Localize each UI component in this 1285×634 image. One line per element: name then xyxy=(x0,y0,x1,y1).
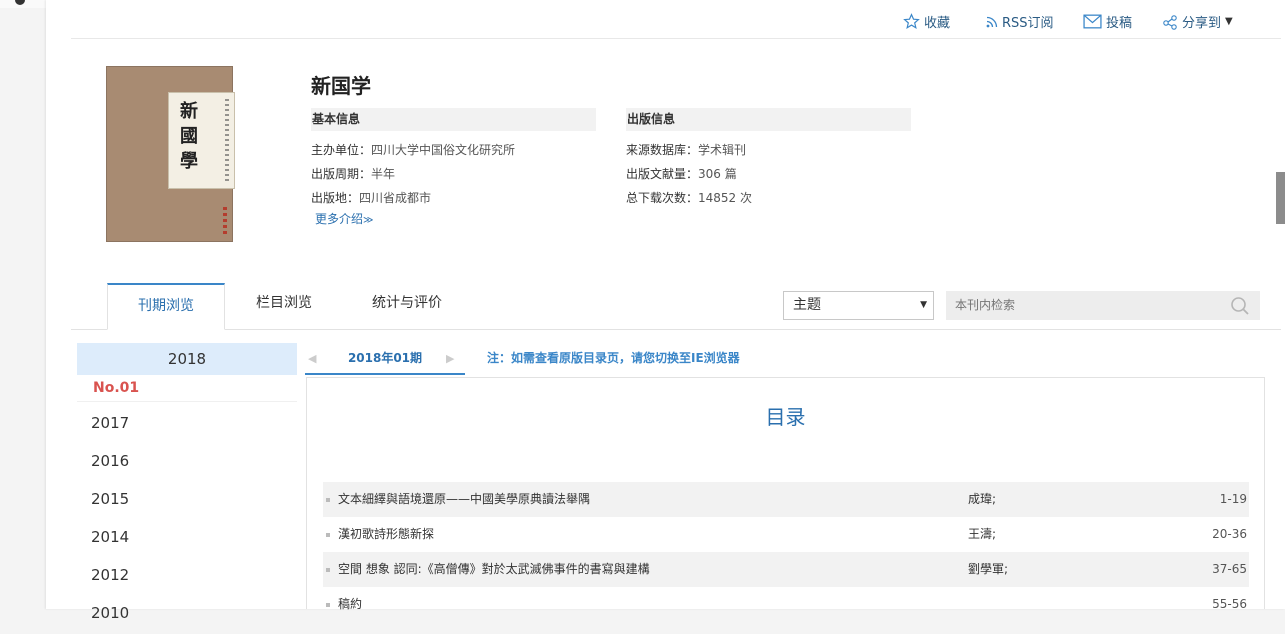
info-label: 总下载次数： xyxy=(626,191,699,205)
publish-info-heading: 出版信息 xyxy=(626,108,911,131)
dropdown-arrow-icon: ▼ xyxy=(1225,16,1233,27)
bullet-icon xyxy=(326,568,330,572)
info-article-count: 出版文献量：306 篇 xyxy=(626,165,737,182)
rss-icon xyxy=(986,16,998,27)
share-toolbar: 收藏 RSS订阅 投稿 分享到 ▼ xyxy=(71,8,1281,39)
info-label: 出版地： xyxy=(311,191,360,205)
year-item-active[interactable]: 2018 xyxy=(77,343,297,375)
info-label: 出版文献量： xyxy=(626,167,699,181)
info-value: 306 篇 xyxy=(698,167,737,181)
journal-title: 新国学 xyxy=(311,74,371,98)
article-author-link[interactable]: 劉學軍; xyxy=(968,552,1008,587)
search-field-select[interactable]: 主题 ▼ xyxy=(783,291,934,320)
more-info-label: 更多介绍 xyxy=(315,212,364,226)
cover-decoration xyxy=(225,99,229,183)
toc-row: 文本細繹與語境還原——中國美學原典讀法舉隅 成瑋; 1-19 xyxy=(323,482,1249,517)
tab-issue-browse[interactable]: 刊期浏览 xyxy=(107,283,225,330)
toc-row: 空間 想象 認同:《高僧傳》對於太武滅佛事件的書寫與建構 劉學軍; 37-65 xyxy=(323,552,1249,587)
article-pages: 55-56 xyxy=(1212,597,1247,611)
article-title-link[interactable]: 漢初歌詩形態新探 xyxy=(338,517,434,552)
toc-row: 漢初歌詩形態新探 王濤; 20-36 xyxy=(323,517,1249,552)
submit-button[interactable]: 投稿 xyxy=(1083,12,1132,31)
info-location: 出版地：四川省成都市 xyxy=(311,189,431,206)
issue-item-active[interactable]: No.01 xyxy=(77,375,297,402)
year-item[interactable]: 2016 xyxy=(77,440,297,478)
share-to-label: 分享到 xyxy=(1182,16,1222,31)
share-to-button[interactable]: 分享到 ▼ xyxy=(1162,12,1233,31)
info-value: 14852 次 xyxy=(698,191,753,205)
next-issue-icon[interactable]: ▶ xyxy=(446,352,454,365)
info-download-count: 总下载次数：14852 次 xyxy=(626,189,752,206)
search-box xyxy=(946,291,1260,320)
favorite-button[interactable]: 收藏 xyxy=(903,12,950,31)
info-source-db: 来源数据库：学术辑刊 xyxy=(626,141,746,158)
info-value: 学术辑刊 xyxy=(698,143,747,157)
rss-button[interactable]: RSS订阅 xyxy=(986,12,1054,31)
info-frequency: 出版周期：半年 xyxy=(311,165,395,182)
article-author-link[interactable]: 王濤; xyxy=(968,517,996,552)
article-pages: 20-36 xyxy=(1212,527,1247,541)
bullet-icon xyxy=(326,603,330,607)
info-value: 半年 xyxy=(371,167,396,181)
year-item[interactable]: 2017 xyxy=(77,402,297,440)
article-author-link[interactable]: 成瑋; xyxy=(968,482,996,517)
cover-label: 新國學 xyxy=(168,92,235,189)
bullet-icon xyxy=(326,533,330,537)
bookmark-icon[interactable] xyxy=(15,0,25,5)
envelope-icon xyxy=(1083,14,1102,29)
article-pages: 37-65 xyxy=(1212,562,1247,576)
cover-title-text: 新國學 xyxy=(180,101,198,172)
toc-heading: 目录 xyxy=(765,405,806,429)
toc-panel: 目录 文本細繹與語境還原——中國美學原典讀法舉隅 成瑋; 1-19 漢初歌詩形態… xyxy=(306,377,1265,611)
double-chevron-down-icon: ≫ xyxy=(363,215,374,226)
submit-label: 投稿 xyxy=(1106,16,1133,31)
prev-issue-icon[interactable]: ◀ xyxy=(308,352,316,365)
issue-note: 注：如需查看原版目录页，请您切换至IE浏览器 xyxy=(487,351,740,365)
tab-column-browse[interactable]: 栏目浏览 xyxy=(241,283,327,328)
year-item[interactable]: 2012 xyxy=(77,554,297,592)
bullet-icon xyxy=(326,498,330,502)
search-icon[interactable] xyxy=(1230,296,1250,316)
year-item[interactable]: 2014 xyxy=(77,516,297,554)
issue-tab-current[interactable]: 2018年01期 xyxy=(305,343,465,375)
share-icon xyxy=(1163,14,1177,30)
issue-nav: 2018年01期 ◀ ▶ 注：如需查看原版目录页，请您切换至IE浏览器 xyxy=(305,343,1265,375)
search-input[interactable] xyxy=(953,297,1217,313)
journal-cover: 新國學 xyxy=(106,66,235,242)
tab-statistics[interactable]: 统计与评价 xyxy=(359,283,455,328)
article-title-link[interactable]: 文本細繹與語境還原——中國美學原典讀法舉隅 xyxy=(338,482,590,517)
scrollbar-thumb[interactable] xyxy=(1276,172,1285,224)
article-title-link[interactable]: 稿約 xyxy=(338,587,362,622)
cover-seal xyxy=(223,207,227,235)
year-list: 2018 No.01 2017 2016 2015 2014 2012 2010 xyxy=(77,343,297,630)
rss-label: RSS订阅 xyxy=(1002,16,1054,31)
info-label: 主办单位： xyxy=(311,143,372,157)
info-value: 四川大学中国俗文化研究所 xyxy=(371,143,516,157)
article-pages: 1-19 xyxy=(1219,492,1247,506)
article-title-link[interactable]: 空間 想象 認同:《高僧傳》對於太武滅佛事件的書寫與建構 xyxy=(338,552,650,587)
info-label: 来源数据库： xyxy=(626,143,699,157)
info-value: 四川省成都市 xyxy=(359,191,432,205)
year-item[interactable]: 2015 xyxy=(77,478,297,516)
basic-info-heading: 基本信息 xyxy=(311,108,596,131)
select-value: 主题 xyxy=(793,297,821,313)
favorite-label: 收藏 xyxy=(924,16,951,31)
toc-row: 稿約 55-56 xyxy=(323,587,1249,622)
star-icon xyxy=(903,13,920,29)
info-organizer: 主办单位：四川大学中国俗文化研究所 xyxy=(311,141,515,158)
info-label: 出版周期： xyxy=(311,167,372,181)
dropdown-arrow-icon: ▼ xyxy=(920,300,927,310)
year-item[interactable]: 2010 xyxy=(77,592,297,630)
more-info-link[interactable]: 更多介绍≫ xyxy=(315,210,373,227)
